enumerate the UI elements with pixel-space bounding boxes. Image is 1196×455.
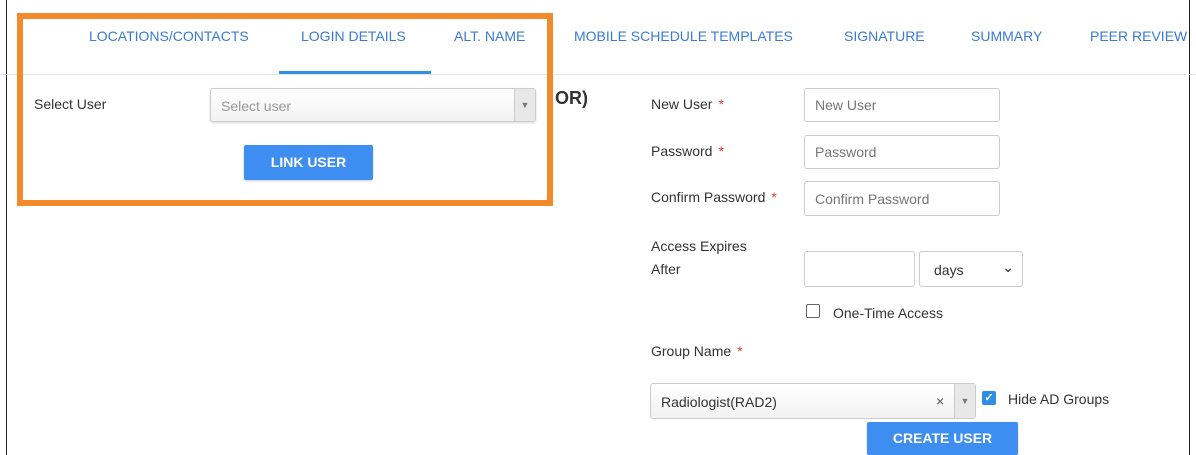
tab-signature[interactable]: SIGNATURE bbox=[844, 28, 925, 44]
chevron-down-icon: ⌄ bbox=[1002, 259, 1014, 275]
required-mark: * bbox=[718, 96, 724, 112]
create-user-button[interactable]: CREATE USER bbox=[867, 422, 1018, 455]
access-unit-select[interactable]: days ⌄ bbox=[919, 251, 1023, 287]
access-expires-label-line2: After bbox=[651, 261, 681, 277]
or-separator: OR) bbox=[555, 88, 588, 108]
required-mark: * bbox=[718, 143, 724, 159]
tab-summary[interactable]: SUMMARY bbox=[971, 28, 1042, 44]
password-label: Password * bbox=[651, 143, 724, 159]
hide-ad-groups-checkbox[interactable]: ✓ bbox=[982, 391, 996, 405]
new-user-label: New User * bbox=[651, 96, 724, 112]
confirm-password-input[interactable] bbox=[804, 181, 1000, 216]
hide-ad-groups-label: Hide AD Groups bbox=[1008, 391, 1110, 407]
access-expires-label-line1: Access Expires bbox=[651, 238, 747, 254]
chevron-down-icon[interactable]: ▼ bbox=[954, 384, 975, 418]
highlight-box bbox=[17, 13, 553, 206]
clear-icon[interactable]: × bbox=[936, 393, 944, 409]
confirm-password-label: Confirm Password * bbox=[651, 189, 777, 205]
access-unit-value: days bbox=[934, 262, 964, 278]
one-time-access-label: One-Time Access bbox=[833, 305, 943, 321]
group-name-value: Radiologist(RAD2) bbox=[661, 394, 777, 410]
required-mark: * bbox=[737, 343, 743, 359]
tab-mobile-schedule-templates[interactable]: MOBILE SCHEDULE TEMPLATES bbox=[574, 28, 793, 44]
one-time-access-checkbox[interactable] bbox=[806, 304, 820, 318]
access-expires-input[interactable] bbox=[804, 251, 915, 287]
required-mark: * bbox=[771, 189, 777, 205]
group-name-label: Group Name * bbox=[651, 343, 743, 359]
password-input[interactable] bbox=[804, 135, 1000, 169]
group-name-select[interactable]: Radiologist(RAD2) × ▼ bbox=[650, 383, 976, 419]
tab-peer-review[interactable]: PEER REVIEW bbox=[1090, 28, 1187, 44]
new-user-input[interactable] bbox=[804, 88, 1000, 122]
